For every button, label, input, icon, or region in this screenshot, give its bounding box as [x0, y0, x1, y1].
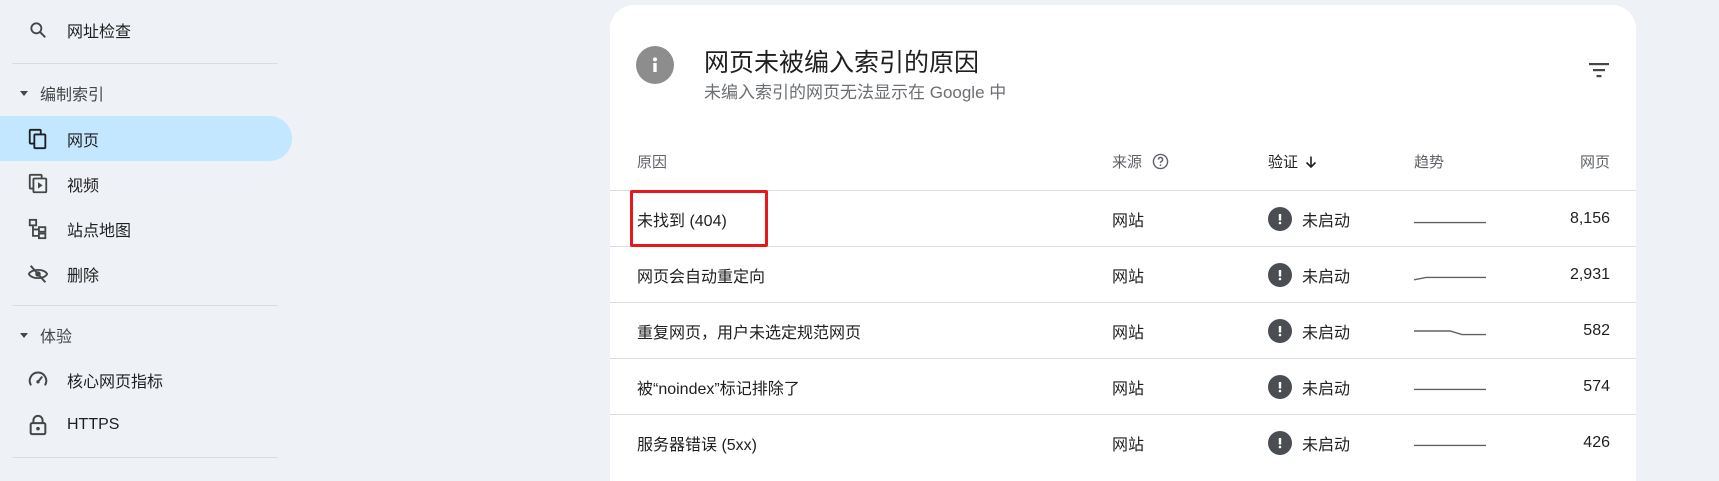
pages-count-cell: 582 — [1583, 322, 1610, 339]
sidebar-item-label: 核心网页指标 — [67, 373, 164, 391]
validation-cell: 未启动 — [1268, 303, 1350, 359]
card-header: 网页未被编入索引的原因 未编入索引的网页无法显示在 Google 中 — [610, 5, 1636, 125]
table-row[interactable]: 网页会自动重定向 网站 未启动 2,931 — [610, 246, 1636, 302]
alert-icon — [1268, 431, 1292, 455]
help-icon[interactable] — [1152, 153, 1169, 170]
section-label: 体验 — [40, 329, 73, 346]
search-icon — [26, 18, 50, 42]
info-icon — [636, 46, 674, 84]
column-label: 验证 — [1268, 154, 1299, 171]
speedometer-icon — [26, 368, 50, 392]
sitemap-icon — [26, 217, 50, 241]
sidebar-item-label: 视频 — [67, 177, 100, 195]
source-cell: 网站 — [1112, 437, 1145, 454]
sidebar-item-https[interactable]: HTTPS — [0, 402, 292, 447]
validation-status-label: 未启动 — [1302, 381, 1351, 398]
table-row[interactable]: 重复网页，用户未选定规范网页 网站 未启动 582 — [610, 302, 1636, 358]
reason-cell: 被“noindex”标记排除了 — [637, 381, 800, 398]
sidebar-item-label: 站点地图 — [67, 222, 132, 240]
table-row[interactable]: 服务器错误 (5xx) 网站 未启动 426 — [610, 414, 1636, 470]
validation-status-label: 未启动 — [1302, 437, 1351, 454]
reason-cell: 重复网页，用户未选定规范网页 — [637, 325, 862, 342]
section-header-indexing[interactable]: 编制索引 — [0, 73, 292, 113]
sidebar-item-label: 网址检查 — [67, 23, 132, 41]
table-row[interactable]: 未找到 (404) 网站 未启动 8,156 — [610, 190, 1636, 246]
video-pages-icon — [26, 172, 50, 196]
divider — [12, 305, 278, 306]
sidebar-item-label: HTTPS — [67, 415, 120, 433]
validation-cell: 未启动 — [1268, 359, 1350, 415]
column-label: 趋势 — [1414, 154, 1445, 171]
filter-button[interactable] — [1584, 55, 1614, 85]
sidebar-item-label: 删除 — [67, 267, 100, 285]
arrow-down-icon — [1304, 155, 1318, 169]
column-header-reason[interactable]: 原因 — [637, 151, 667, 172]
trend-sparkline — [1414, 191, 1486, 247]
sidebar-item-removals[interactable]: 删除 — [0, 251, 292, 296]
validation-cell: 未启动 — [1268, 191, 1350, 247]
validation-cell: 未启动 — [1268, 415, 1350, 471]
section-header-experience[interactable]: 体验 — [0, 315, 292, 355]
table-row[interactable]: 被“noindex”标记排除了 网站 未启动 574 — [610, 358, 1636, 414]
validation-cell: 未启动 — [1268, 247, 1350, 303]
alert-icon — [1268, 263, 1292, 287]
sidebar: 网址检查 编制索引 网页 视频 站点地图 删除 体验 核心网页指标 HTTPS — [0, 0, 300, 481]
column-label: 网页 — [1579, 154, 1610, 171]
trend-sparkline — [1414, 415, 1486, 471]
validation-status-label: 未启动 — [1302, 325, 1351, 342]
sidebar-item-core-web-vitals[interactable]: 核心网页指标 — [0, 357, 292, 402]
column-header-trend[interactable]: 趋势 — [1414, 151, 1444, 172]
card-subtitle: 未编入索引的网页无法显示在 Google 中 — [704, 83, 1007, 102]
reason-cell: 未找到 (404) — [637, 213, 727, 230]
sidebar-item-pages[interactable]: 网页 — [0, 116, 292, 161]
sidebar-item-videos[interactable]: 视频 — [0, 161, 292, 206]
reason-cell: 服务器错误 (5xx) — [637, 437, 758, 454]
alert-icon — [1268, 375, 1292, 399]
validation-status-label: 未启动 — [1302, 213, 1351, 230]
column-header-validation[interactable]: 验证 — [1268, 151, 1318, 172]
pages-count-cell: 2,931 — [1569, 266, 1610, 283]
alert-icon — [1268, 207, 1292, 231]
alert-icon — [1268, 319, 1292, 343]
caret-down-icon — [19, 88, 29, 98]
trend-sparkline — [1414, 247, 1486, 303]
caret-down-icon — [19, 330, 29, 340]
column-label: 原因 — [637, 154, 668, 171]
reason-cell: 网页会自动重定向 — [637, 269, 766, 286]
lock-icon — [26, 413, 50, 437]
pages-count-cell: 574 — [1583, 378, 1610, 395]
filter-icon — [1589, 63, 1609, 78]
validation-status-label: 未启动 — [1302, 269, 1351, 286]
trend-sparkline — [1414, 303, 1486, 359]
visibility-off-icon — [26, 262, 50, 286]
source-cell: 网站 — [1112, 269, 1145, 286]
column-header-pages[interactable]: 网页 — [1580, 151, 1610, 172]
column-label: 来源 — [1112, 154, 1143, 171]
source-cell: 网站 — [1112, 213, 1145, 230]
sidebar-item-label: 网页 — [67, 132, 100, 150]
column-header-source[interactable]: 来源 — [1112, 151, 1169, 172]
trend-sparkline — [1414, 359, 1486, 415]
divider — [12, 457, 278, 458]
pages-count-cell: 426 — [1583, 434, 1610, 451]
source-cell: 网站 — [1112, 325, 1145, 342]
not-indexed-reasons-card: 网页未被编入索引的原因 未编入索引的网页无法显示在 Google 中 原因 来源… — [610, 5, 1636, 481]
divider — [12, 63, 278, 64]
sidebar-item-sitemaps[interactable]: 站点地图 — [0, 206, 292, 251]
source-cell: 网站 — [1112, 381, 1145, 398]
pages-count-cell: 8,156 — [1569, 210, 1610, 227]
sidebar-item-url-inspection[interactable]: 网址检查 — [0, 7, 292, 52]
pages-icon — [26, 127, 50, 151]
card-title: 网页未被编入索引的原因 — [704, 49, 980, 77]
section-label: 编制索引 — [40, 87, 105, 104]
